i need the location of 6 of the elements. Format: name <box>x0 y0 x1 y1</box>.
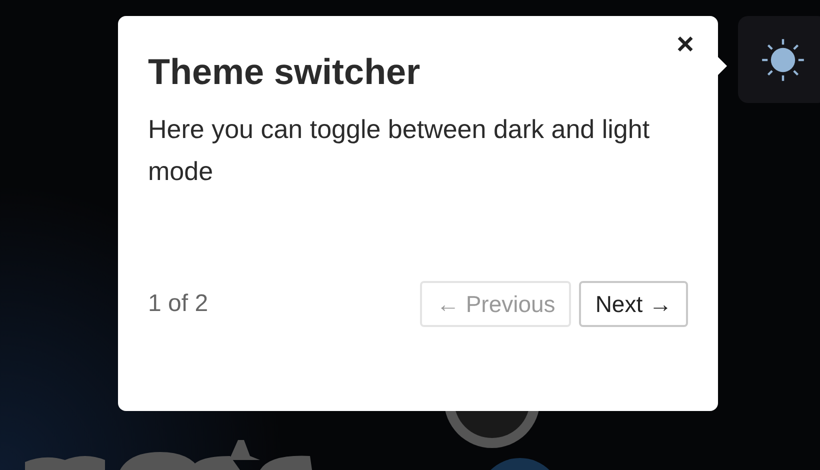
close-button[interactable]: × <box>672 30 698 60</box>
popover-title: Theme switcher <box>148 50 422 94</box>
next-button[interactable]: Next → <box>579 281 688 327</box>
sun-icon <box>761 38 805 82</box>
theme-toggle-button[interactable] <box>738 16 820 103</box>
popover-description: Here you can toggle between dark and light mode <box>148 113 651 188</box>
